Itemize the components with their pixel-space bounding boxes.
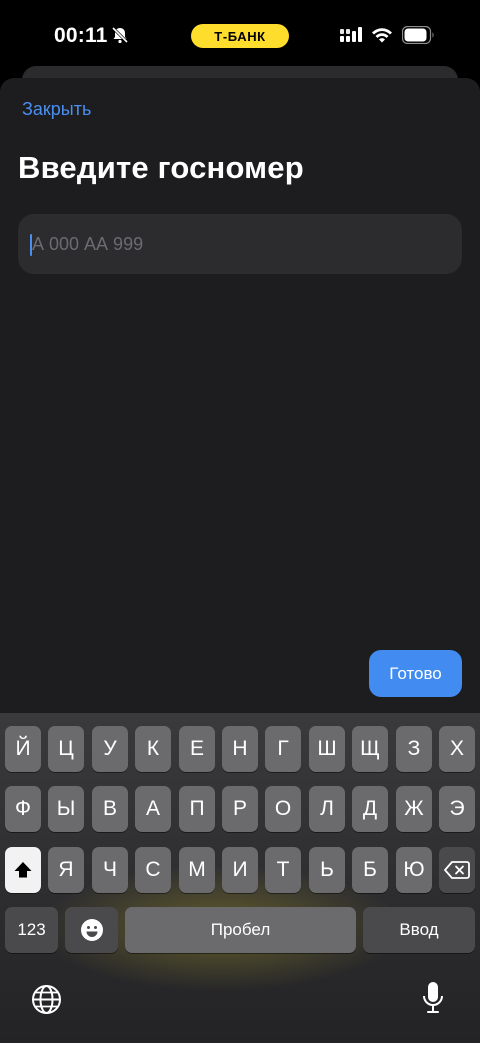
shift-icon	[14, 862, 32, 878]
wifi-icon	[371, 26, 393, 49]
emoji-icon	[80, 919, 103, 941]
key-row3[interactable]: Ч	[92, 847, 128, 893]
status-time: 00:11	[54, 24, 108, 47]
page-title: Введите госномер	[18, 150, 304, 185]
signal-icon	[340, 27, 364, 48]
space-key[interactable]: Пробел	[125, 907, 356, 953]
key-row3[interactable]: Б	[352, 847, 388, 893]
keyboard: Й Ц У К Е Н Г Ш Щ З Х Ф Ы В А П Р О Л Д …	[0, 713, 480, 1043]
backspace-key[interactable]	[439, 847, 475, 893]
done-button[interactable]: Готово	[369, 650, 462, 697]
key-row2[interactable]: Л	[309, 786, 345, 832]
key-row1[interactable]: Н	[222, 726, 258, 772]
key-row1[interactable]: К	[135, 726, 171, 772]
key-row2[interactable]: Ф	[5, 786, 41, 832]
key-row1[interactable]: Й	[5, 726, 41, 772]
plate-number-input[interactable]	[32, 214, 452, 274]
key-row1[interactable]: Е	[179, 726, 215, 772]
key-row2[interactable]: П	[179, 786, 215, 832]
microphone-icon[interactable]	[421, 981, 445, 1022]
key-row3[interactable]: И	[222, 847, 258, 893]
key-row1[interactable]: Г	[265, 726, 301, 772]
shift-key[interactable]	[5, 847, 41, 893]
backspace-icon	[444, 861, 470, 879]
numbers-key[interactable]: 123	[5, 907, 58, 953]
key-row1[interactable]: Х	[439, 726, 475, 772]
key-row2[interactable]: В	[92, 786, 128, 832]
key-row2[interactable]: Э	[439, 786, 475, 832]
key-row1[interactable]: Ш	[309, 726, 345, 772]
key-row2[interactable]: Д	[352, 786, 388, 832]
close-button[interactable]: Закрыть	[22, 99, 91, 120]
plate-number-field[interactable]	[18, 214, 462, 274]
key-row2[interactable]: Ы	[48, 786, 84, 832]
bell-slash-icon	[111, 26, 129, 44]
key-row3[interactable]: С	[135, 847, 171, 893]
key-row1[interactable]: У	[92, 726, 128, 772]
key-row2[interactable]: Ж	[396, 786, 432, 832]
key-row2[interactable]: А	[135, 786, 171, 832]
key-row2[interactable]: О	[265, 786, 301, 832]
battery-icon	[401, 25, 435, 49]
return-key[interactable]: Ввод	[363, 907, 475, 953]
key-row3[interactable]: Ь	[309, 847, 345, 893]
key-row1[interactable]: Ц	[48, 726, 84, 772]
key-row1[interactable]: Щ	[352, 726, 388, 772]
key-row3[interactable]: М	[179, 847, 215, 893]
carrier-badge[interactable]: Т-БАНК	[191, 24, 289, 48]
emoji-key[interactable]	[65, 907, 118, 953]
key-row1[interactable]: З	[396, 726, 432, 772]
key-row3[interactable]: Я	[48, 847, 84, 893]
key-row2[interactable]: Р	[222, 786, 258, 832]
globe-icon[interactable]	[31, 984, 62, 1020]
status-bar: 00:11 Т-БАНК	[0, 0, 480, 70]
key-row3[interactable]: Ю	[396, 847, 432, 893]
key-row3[interactable]: Т	[265, 847, 301, 893]
